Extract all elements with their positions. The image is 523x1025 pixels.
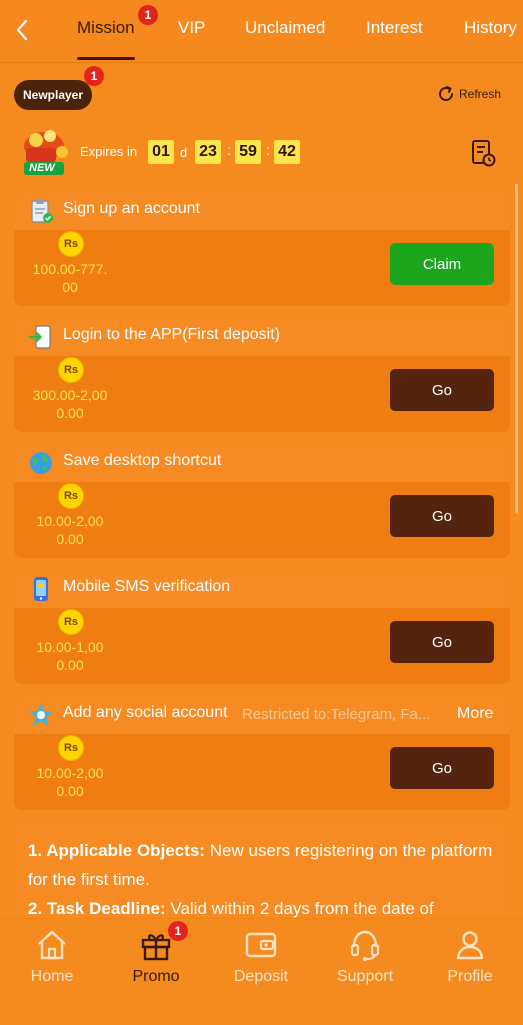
newplayer-tab[interactable]: Newplayer xyxy=(14,80,92,110)
task-reward: 100.00-777. 00 xyxy=(20,260,120,296)
nav-support[interactable]: Support xyxy=(315,919,415,1025)
nav-promo[interactable]: 1 Promo xyxy=(106,919,206,1025)
task-restriction: Restricted to:Telegram, Fa... xyxy=(242,706,431,723)
reward-range-line1: 10.00-1,00 xyxy=(36,639,104,655)
newplayer-badge: 1 xyxy=(84,66,104,86)
back-button[interactable] xyxy=(10,14,34,46)
promo-badge: 1 xyxy=(168,921,188,941)
task-title: Sign up an account xyxy=(63,200,200,217)
go-button[interactable]: Go xyxy=(390,369,494,411)
profile-icon xyxy=(456,931,484,960)
task-card-social-account: Add any social account Restricted to:Tel… xyxy=(14,696,510,810)
timer-minutes: 59 xyxy=(235,140,261,164)
task-reward: 300.00-2,00 0.00 xyxy=(20,386,120,422)
nav-profile[interactable]: Profile xyxy=(420,919,520,1025)
timer-days-unit: d xyxy=(180,145,188,160)
refresh-icon xyxy=(439,86,453,101)
rules-panel: 1. Applicable Objects: New users registe… xyxy=(14,822,510,932)
task-card-desktop-shortcut: Save desktop shortcut Rs 10.00-2,00 0.00… xyxy=(14,444,510,558)
scrollbar[interactable] xyxy=(515,184,518,514)
tab-history[interactable]: History xyxy=(464,18,517,38)
nav-label: Profile xyxy=(447,968,493,985)
task-title: Login to the APP(First deposit) xyxy=(63,326,280,343)
mission-badge: 1 xyxy=(138,5,158,25)
wallet-icon xyxy=(245,932,277,958)
rupee-coin-icon: Rs xyxy=(58,735,84,761)
task-reward: 10.00-2,00 0.00 xyxy=(20,764,120,800)
task-card-sms-verification: Mobile SMS verification Rs 10.00-1,00 0.… xyxy=(14,570,510,684)
rupee-coin-icon: Rs xyxy=(58,483,84,509)
nav-label: Support xyxy=(336,968,394,985)
tab-unclaimed[interactable]: Unclaimed xyxy=(245,18,325,38)
reward-range-line1: 300.00-2,00 xyxy=(32,387,108,403)
task-title: Save desktop shortcut xyxy=(63,452,222,469)
nav-deposit[interactable]: Deposit xyxy=(211,919,311,1025)
tab-vip[interactable]: VIP xyxy=(178,18,205,38)
nav-label: Home xyxy=(30,968,74,985)
timer-sep-1: : xyxy=(227,142,231,158)
reward-range-line2: 00 xyxy=(62,279,78,295)
rupee-coin-icon: Rs xyxy=(58,357,84,383)
rule-heading: 1. Applicable Objects: xyxy=(28,841,205,860)
reward-range-line1: 10.00-2,00 xyxy=(36,765,104,781)
timer-seconds: 42 xyxy=(274,140,300,164)
go-button[interactable]: Go xyxy=(390,621,494,663)
rule-heading: 2. Task Deadline: xyxy=(28,899,166,918)
phone-login-icon xyxy=(28,325,51,349)
expires-label: Expires in xyxy=(80,144,138,159)
more-link[interactable]: More xyxy=(457,705,493,723)
refresh-label: Refresh xyxy=(459,87,502,101)
timer-days: 01 xyxy=(148,140,174,164)
task-title: Add any social account xyxy=(63,704,228,721)
tab-interest[interactable]: Interest xyxy=(366,18,423,38)
reward-range-line1: 10.00-2,00 xyxy=(36,513,104,529)
rupee-coin-icon: Rs xyxy=(58,231,84,257)
clipboard-icon xyxy=(31,199,53,223)
reward-range-line2: 0.00 xyxy=(56,531,84,547)
nav-label: Deposit xyxy=(233,968,289,985)
task-reward: 10.00-2,00 0.00 xyxy=(20,512,120,548)
home-icon xyxy=(38,930,66,960)
active-tab-indicator xyxy=(77,57,135,60)
go-button[interactable]: Go xyxy=(390,495,494,537)
reward-range-line2: 0.00 xyxy=(56,657,84,673)
bottom-nav: Home 1 Promo Deposit Support Profile xyxy=(0,918,523,1025)
task-card-signup: Sign up an account Rs 100.00-777. 00 Cla… xyxy=(14,192,510,306)
new-label: NEW xyxy=(29,162,55,174)
task-card-login-app: Login to the APP(First deposit) Rs 300.0… xyxy=(14,318,510,432)
rupee-coin-icon: Rs xyxy=(58,609,84,635)
rule-text: Valid within 2 days from the date of xyxy=(165,899,434,918)
mobile-phone-icon xyxy=(34,577,48,601)
record-history-icon[interactable] xyxy=(470,139,496,167)
tab-mission[interactable]: Mission xyxy=(77,18,135,38)
chevron-left-icon xyxy=(16,19,28,41)
reward-range-line2: 0.00 xyxy=(56,783,84,799)
nav-home[interactable]: Home xyxy=(2,919,102,1025)
task-reward: 10.00-1,00 0.00 xyxy=(20,638,120,674)
task-title: Mobile SMS verification xyxy=(63,578,231,595)
timer-sep-2: : xyxy=(266,142,270,158)
headset-icon xyxy=(350,930,380,961)
claim-button[interactable]: Claim xyxy=(390,243,494,285)
top-tab-bar: Mission 1 VIP Unclaimed Interest History xyxy=(0,0,523,63)
nav-label: Promo xyxy=(132,968,180,985)
rule-1: 1. Applicable Objects: New users registe… xyxy=(28,836,498,894)
reward-range-line1: 100.00-777. xyxy=(32,261,108,277)
timer-hours: 23 xyxy=(195,140,221,164)
social-star-icon xyxy=(29,703,53,726)
globe-icon xyxy=(30,452,52,474)
go-button[interactable]: Go xyxy=(390,747,494,789)
refresh-button[interactable]: Refresh xyxy=(436,84,501,104)
reward-range-line2: 0.00 xyxy=(56,405,84,421)
